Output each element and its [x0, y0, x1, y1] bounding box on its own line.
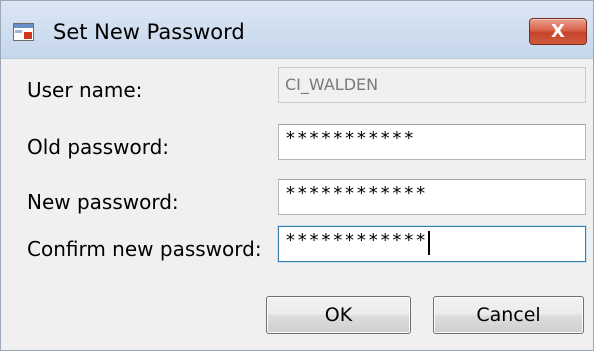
new-password-value: ************ — [285, 183, 428, 204]
set-password-dialog: Set New Password X User name: CI_WALDEN … — [0, 0, 594, 351]
close-icon: X — [551, 21, 565, 42]
window-title: Set New Password — [53, 20, 245, 44]
ok-button[interactable]: OK — [266, 296, 411, 334]
close-button[interactable]: X — [529, 18, 587, 45]
user-name-field: CI_WALDEN — [278, 67, 586, 103]
user-name-label: User name: — [27, 78, 143, 102]
cancel-button[interactable]: Cancel — [433, 296, 584, 334]
new-password-field[interactable]: ************ — [278, 179, 586, 215]
confirm-password-value: ************ — [285, 230, 428, 251]
old-password-label: Old password: — [27, 135, 170, 159]
old-password-value: *********** — [285, 128, 416, 149]
user-name-value: CI_WALDEN — [285, 75, 379, 94]
new-password-label: New password: — [27, 190, 179, 214]
confirm-password-label: Confirm new password: — [27, 237, 262, 261]
old-password-field[interactable]: *********** — [278, 124, 586, 160]
confirm-password-field[interactable]: ************ — [278, 226, 586, 262]
title-bar[interactable]: Set New Password X — [1, 1, 593, 59]
text-caret — [428, 231, 431, 255]
window-app-icon — [13, 23, 34, 41]
